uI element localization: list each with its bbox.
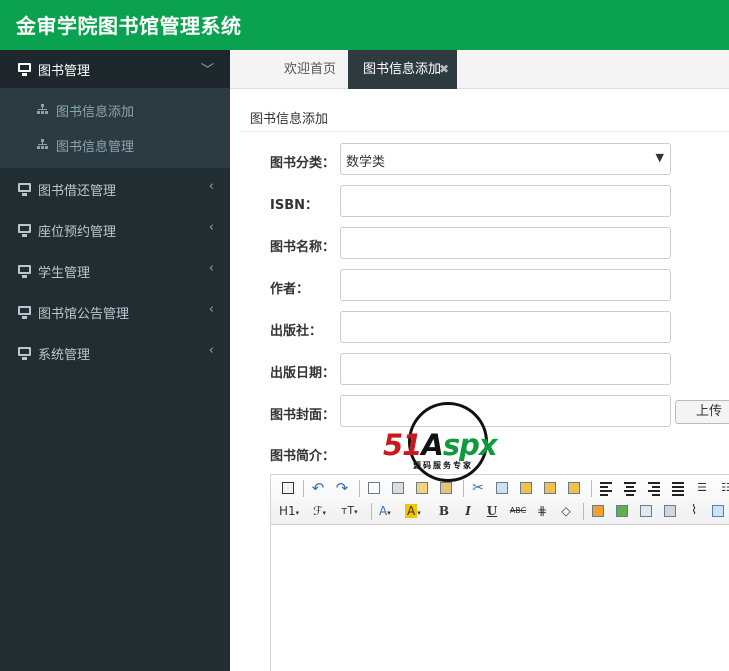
- sidebar-group-label: 图书管理: [38, 64, 91, 79]
- sidebar: 图书管理 ﹀ 图书信息添加 图书信息管理 图书借还管理 ‹ 座位预约管理 ‹ 学…: [0, 50, 230, 671]
- app-title: 金审学院图书馆管理系统: [16, 14, 242, 38]
- sidebar-group-seat-reservation[interactable]: 座位预约管理 ‹: [0, 211, 230, 249]
- chevron-down-icon: ﹀: [200, 63, 214, 78]
- monitor-icon: [18, 183, 31, 196]
- align-right-icon[interactable]: [645, 479, 663, 497]
- chevron-left-icon: ‹: [208, 302, 214, 317]
- intro-label: 图书简介：: [270, 449, 336, 464]
- heading-dropdown[interactable]: H1▾: [279, 502, 307, 520]
- chevron-left-icon: ‹: [208, 220, 214, 235]
- sidebar-item-book-manage[interactable]: 图书信息管理: [0, 127, 230, 162]
- watermark-tagline: 源码服务专家: [413, 461, 473, 470]
- underline-button[interactable]: U: [483, 502, 501, 520]
- sidebar-group-system[interactable]: 系统管理 ‹: [0, 334, 230, 372]
- font-size-dropdown[interactable]: тT▾: [341, 502, 367, 520]
- watermark-brand: 51Aspx: [383, 428, 498, 462]
- category-label: 图书分类：: [270, 156, 336, 171]
- unordered-list-icon[interactable]: ☷: [717, 479, 729, 497]
- sidebar-item-book-add[interactable]: 图书信息添加: [0, 92, 230, 127]
- sidebar-group-label: 图书借还管理: [38, 184, 117, 199]
- tab-book-add[interactable]: 图书信息添加 ✖: [348, 50, 457, 89]
- dropdown-arrow-icon: ▼: [655, 151, 664, 164]
- table-border-icon[interactable]: ⋕: [533, 502, 551, 520]
- pubdate-label: 出版日期：: [270, 366, 336, 381]
- sidebar-group-book-management[interactable]: 图书管理 ﹀: [0, 50, 230, 88]
- preview-icon[interactable]: [365, 479, 383, 497]
- tab-bar: 欢迎首页 图书信息添加 ✖: [230, 50, 729, 89]
- source-code-icon[interactable]: [279, 479, 297, 497]
- flash-icon[interactable]: [637, 502, 655, 520]
- undo-icon[interactable]: ↶: [309, 479, 327, 497]
- align-justify-icon[interactable]: [669, 479, 687, 497]
- isbn-input[interactable]: [340, 185, 671, 217]
- close-icon[interactable]: ✖: [439, 50, 449, 89]
- watermark-logo: 51Aspx 源码服务专家: [383, 402, 515, 502]
- sidebar-group-label: 系统管理: [38, 348, 91, 363]
- chevron-left-icon: ‹: [208, 261, 214, 276]
- chevron-left-icon: ‹: [208, 343, 214, 358]
- paste-word-icon[interactable]: [565, 479, 583, 497]
- align-center-icon[interactable]: [621, 479, 639, 497]
- font-family-dropdown[interactable]: ℱ▾: [313, 502, 337, 520]
- publisher-label: 出版社：: [270, 324, 323, 339]
- paste-icon[interactable]: [517, 479, 535, 497]
- panel-title: 图书信息添加: [250, 112, 329, 127]
- book-name-input[interactable]: [340, 227, 671, 259]
- tab-welcome[interactable]: 欢迎首页: [284, 50, 336, 89]
- monitor-icon: [18, 63, 31, 76]
- sidebar-group-label: 图书馆公告管理: [38, 307, 130, 322]
- align-left-icon[interactable]: [597, 479, 615, 497]
- font-color-label: A: [379, 504, 388, 518]
- ordered-list-icon[interactable]: ☰: [693, 479, 711, 497]
- submenu-book-management: 图书信息添加 图书信息管理: [0, 88, 230, 168]
- sidebar-item-label: 图书信息管理: [56, 140, 135, 155]
- eraser-icon[interactable]: ◇: [557, 502, 575, 520]
- category-select[interactable]: 数学类 ▼: [340, 143, 671, 175]
- image-icon[interactable]: [589, 502, 607, 520]
- top-bar: 金审学院图书馆管理系统: [0, 0, 729, 50]
- strikethrough-button[interactable]: ABC: [507, 502, 529, 520]
- pubdate-input[interactable]: [340, 353, 671, 385]
- sitemap-icon: [37, 139, 48, 150]
- attachment-icon[interactable]: ⌇: [685, 502, 703, 520]
- redo-icon[interactable]: ↷: [333, 479, 351, 497]
- heading-label: H1: [279, 504, 296, 518]
- isbn-label: ISBN：: [270, 198, 318, 213]
- sitemap-icon: [37, 104, 48, 115]
- monitor-icon: [18, 265, 31, 278]
- panel-header: 图书信息添加: [240, 89, 729, 132]
- multi-image-icon[interactable]: [613, 502, 631, 520]
- monitor-icon: [18, 306, 31, 319]
- sidebar-group-label: 座位预约管理: [38, 225, 117, 240]
- author-label: 作者：: [270, 282, 310, 297]
- sidebar-group-announcement[interactable]: 图书馆公告管理 ‹: [0, 293, 230, 331]
- sidebar-group-borrow-return[interactable]: 图书借还管理 ‹: [0, 170, 230, 208]
- paste-text-icon[interactable]: [541, 479, 559, 497]
- bg-color-label: A: [405, 504, 418, 518]
- media-icon[interactable]: [661, 502, 679, 520]
- sidebar-group-student[interactable]: 学生管理 ‹: [0, 252, 230, 290]
- monitor-icon: [18, 224, 31, 237]
- sidebar-item-label: 图书信息添加: [56, 105, 135, 120]
- bold-button[interactable]: B: [435, 502, 453, 520]
- italic-button[interactable]: I: [459, 502, 477, 520]
- category-selected-value: 数学类: [346, 155, 386, 170]
- cover-label: 图书封面：: [270, 408, 336, 423]
- monitor-icon: [18, 347, 31, 360]
- author-input[interactable]: [340, 269, 671, 301]
- publisher-input[interactable]: [340, 311, 671, 343]
- font-size-label: тT: [341, 504, 355, 517]
- table-icon[interactable]: [709, 502, 727, 520]
- tab-label: 图书信息添加: [363, 62, 442, 77]
- book-name-label: 图书名称：: [270, 240, 336, 255]
- upload-button[interactable]: 上传: [675, 400, 729, 424]
- rich-text-editor: ↶ ↷ ✂ ☰ ☷ H1▾ ℱ▾ тT▾ A▾ A ▾ B I U ABC ⋕ …: [270, 474, 729, 671]
- chevron-left-icon: ‹: [208, 179, 214, 194]
- sidebar-group-label: 学生管理: [38, 266, 91, 281]
- font-color-dropdown[interactable]: A▾: [379, 502, 401, 520]
- bg-color-dropdown[interactable]: A ▾: [405, 502, 429, 520]
